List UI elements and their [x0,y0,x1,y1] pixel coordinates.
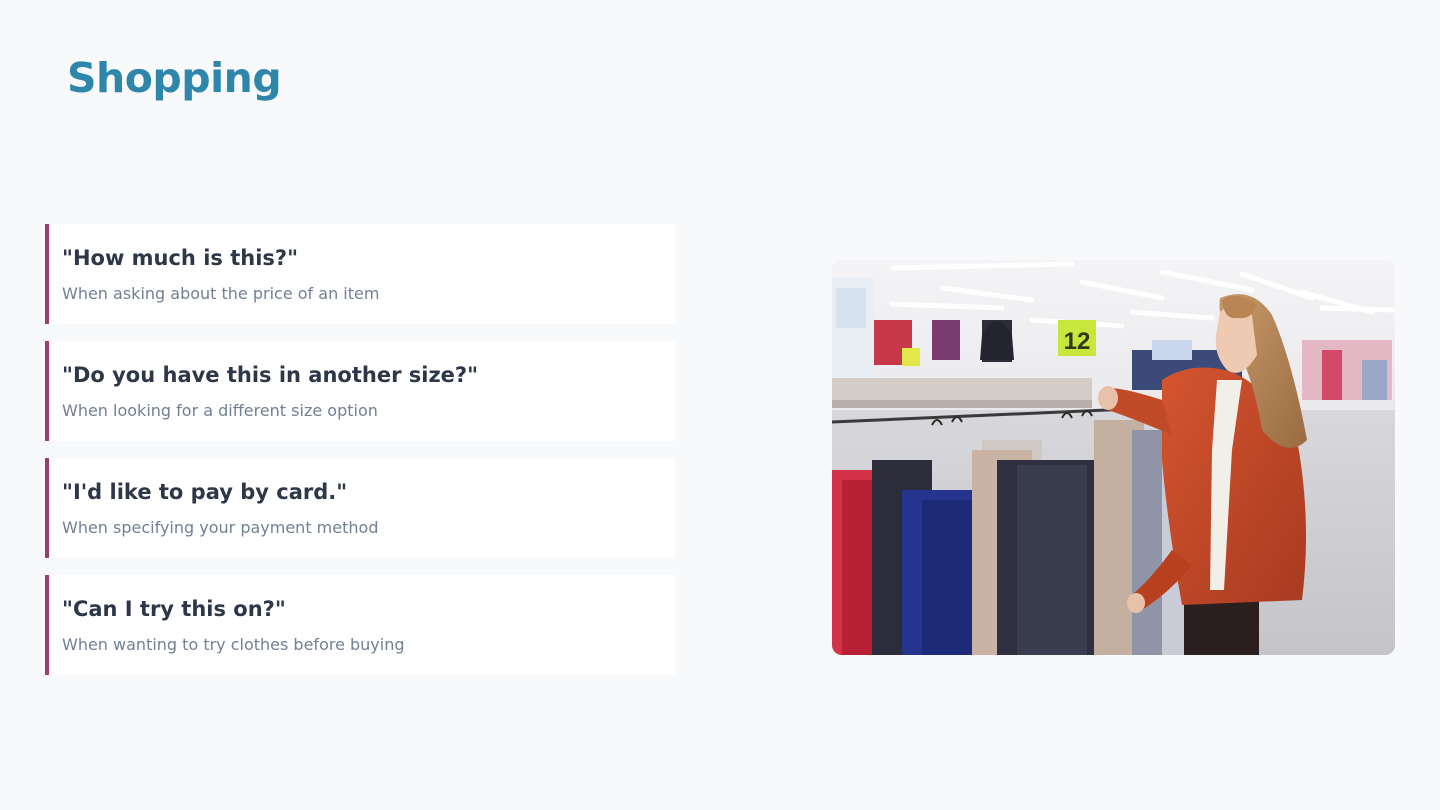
phrase-card: "How much is this?" When asking about th… [45,224,675,324]
phrase-card: "Do you have this in another size?" When… [45,341,675,441]
phrase-card: "I'd like to pay by card." When specifyi… [45,458,675,558]
phrase-text: "Can I try this on?" [62,597,286,621]
phrase-context: When wanting to try clothes before buyin… [62,635,405,654]
phrase-context: When specifying your payment method [62,518,379,537]
phrase-text: "Do you have this in another size?" [62,363,479,387]
slide-title: Shopping [67,54,282,102]
svg-text:12: 12 [1064,328,1091,355]
phrase-text: "I'd like to pay by card." [62,480,348,504]
phrase-text: "How much is this?" [62,246,299,270]
phrase-card: "Can I try this on?" When wanting to try… [45,575,675,675]
phrase-context: When looking for a different size option [62,401,378,420]
phrase-list: "How much is this?" When asking about th… [45,224,675,692]
shopping-photo: 12 [832,260,1395,655]
phrase-context: When asking about the price of an item [62,284,380,303]
